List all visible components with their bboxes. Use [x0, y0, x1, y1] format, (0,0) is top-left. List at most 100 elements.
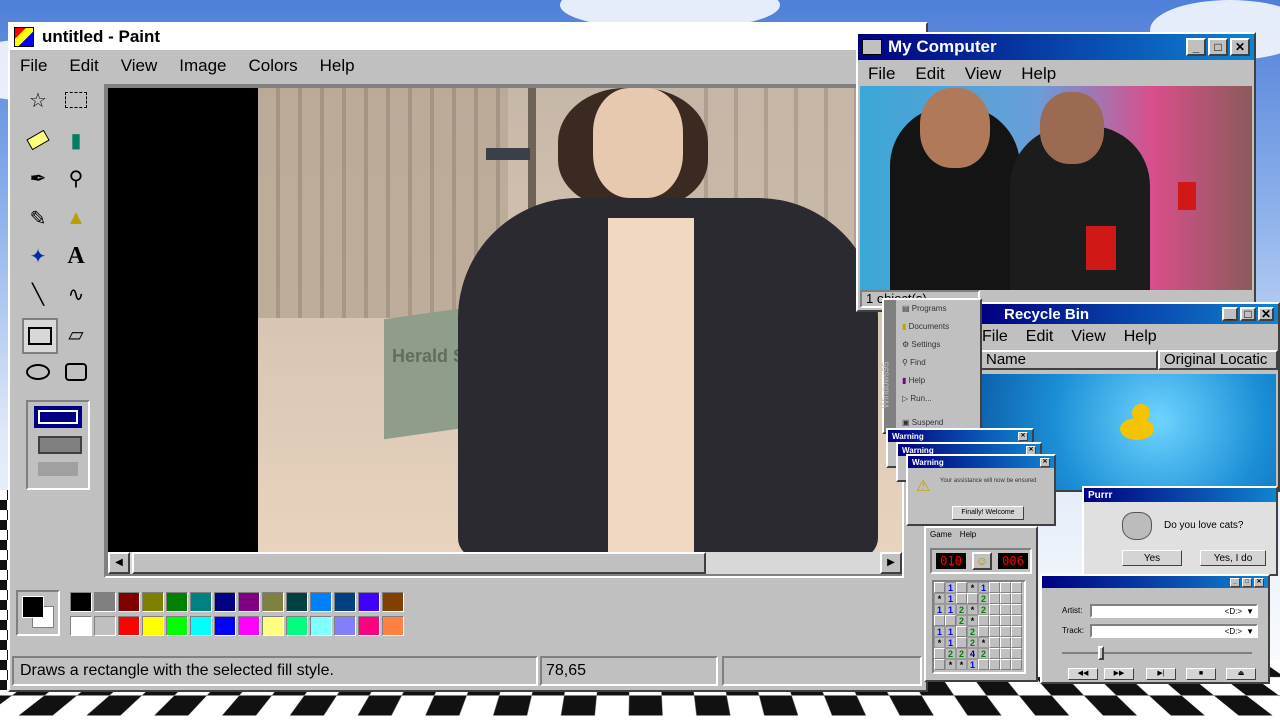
rect-select-icon[interactable]: [60, 84, 92, 116]
start-item-run[interactable]: ▷ Run...: [902, 394, 932, 403]
start-item-programs[interactable]: ▤ Programs: [902, 304, 946, 313]
mine-icon[interactable]: *: [967, 604, 978, 615]
mine-cell[interactable]: 1: [978, 582, 989, 593]
fast-forward-icon[interactable]: ▶▶: [1104, 668, 1134, 680]
column-name[interactable]: Name: [980, 350, 1158, 370]
mine-cell[interactable]: [1000, 626, 1011, 637]
mine-cell[interactable]: 1: [945, 637, 956, 648]
palette-color-swatch[interactable]: [262, 592, 284, 612]
warning-titlebar[interactable]: Warning ✕: [888, 430, 1032, 442]
minimize-icon[interactable]: _: [1222, 307, 1238, 321]
mine-cell[interactable]: 1: [967, 659, 978, 670]
eject-icon[interactable]: ⏏: [1226, 668, 1256, 680]
mine-cell[interactable]: [1011, 615, 1022, 626]
mine-cell[interactable]: 1: [945, 604, 956, 615]
purrr-titlebar[interactable]: Purrr: [1084, 488, 1276, 502]
mine-cell[interactable]: [956, 593, 967, 604]
palette-color-swatch[interactable]: [358, 592, 380, 612]
fill-bucket-icon[interactable]: ▮: [60, 124, 92, 156]
palette-color-swatch[interactable]: [118, 616, 140, 636]
palette-color-swatch[interactable]: [214, 616, 236, 636]
color-picker-icon[interactable]: ✒: [22, 162, 54, 194]
mine-cell[interactable]: 2: [978, 604, 989, 615]
palette-color-swatch[interactable]: [286, 616, 308, 636]
foreground-color[interactable]: [22, 596, 44, 618]
mine-cell[interactable]: [989, 604, 1000, 615]
palette-color-swatch[interactable]: [70, 616, 92, 636]
menu-game[interactable]: Game: [930, 530, 952, 539]
close-icon[interactable]: ✕: [1254, 577, 1264, 587]
mine-cell[interactable]: 1: [945, 582, 956, 593]
track-select[interactable]: <D:> ▼: [1090, 624, 1258, 638]
mine-cell[interactable]: [1000, 593, 1011, 604]
mine-cell[interactable]: 2: [956, 648, 967, 659]
mine-cell[interactable]: [956, 637, 967, 648]
mine-cell[interactable]: 2: [967, 626, 978, 637]
yes-i-do-button[interactable]: Yes, I do: [1200, 550, 1266, 566]
menu-colors[interactable]: Colors: [249, 56, 298, 76]
rectangle-icon[interactable]: [22, 318, 58, 354]
palette-color-swatch[interactable]: [358, 616, 380, 636]
mine-cell[interactable]: [1000, 648, 1011, 659]
mine-cell[interactable]: [1011, 637, 1022, 648]
menu-file[interactable]: File: [868, 64, 895, 84]
menu-edit[interactable]: Edit: [1026, 328, 1054, 346]
mine-cell[interactable]: [989, 648, 1000, 659]
mine-cell[interactable]: [989, 626, 1000, 637]
menu-view[interactable]: View: [1071, 328, 1105, 346]
menu-help[interactable]: Help: [320, 56, 355, 76]
menu-edit[interactable]: Edit: [915, 64, 944, 84]
cd-player-titlebar[interactable]: _ □ ✕: [1042, 576, 1268, 588]
start-item-documents[interactable]: ▮ Documents: [902, 322, 949, 331]
stop-icon[interactable]: ■: [1186, 668, 1216, 680]
start-item-suspend[interactable]: ▣ Suspend: [902, 418, 943, 427]
mine-cell[interactable]: [978, 659, 989, 670]
maximize-icon[interactable]: □: [1240, 307, 1256, 321]
polygon-icon[interactable]: ▱: [60, 318, 92, 350]
start-item-settings[interactable]: ⚙ Settings: [902, 340, 940, 349]
start-item-find[interactable]: ⚲ Find: [902, 358, 926, 367]
maximize-icon[interactable]: □: [1242, 577, 1252, 587]
palette-color-swatch[interactable]: [286, 592, 308, 612]
mine-cell[interactable]: [1011, 593, 1022, 604]
mine-icon[interactable]: *: [978, 637, 989, 648]
fill-style-outline[interactable]: [34, 406, 82, 428]
maximize-icon[interactable]: □: [1208, 38, 1228, 56]
palette-color-swatch[interactable]: [310, 616, 332, 636]
mine-icon[interactable]: *: [945, 659, 956, 670]
palette-color-swatch[interactable]: [238, 592, 260, 612]
palette-color-swatch[interactable]: [70, 592, 92, 612]
yes-button[interactable]: Yes: [1122, 550, 1182, 566]
mine-cell[interactable]: [1000, 582, 1011, 593]
palette-color-swatch[interactable]: [190, 616, 212, 636]
palette-color-swatch[interactable]: [166, 616, 188, 636]
mine-cell[interactable]: [1000, 637, 1011, 648]
smiley-face-icon[interactable]: ☺: [972, 552, 992, 570]
mine-cell[interactable]: [1000, 615, 1011, 626]
menu-image[interactable]: Image: [179, 56, 226, 76]
palette-color-swatch[interactable]: [262, 616, 284, 636]
mine-cell[interactable]: [967, 593, 978, 604]
mine-cell[interactable]: 1: [945, 626, 956, 637]
mine-cell[interactable]: 2: [978, 648, 989, 659]
mine-cell[interactable]: 1: [934, 626, 945, 637]
mine-cell[interactable]: 2: [956, 615, 967, 626]
fill-style-solid[interactable]: [38, 462, 78, 476]
palette-color-swatch[interactable]: [94, 616, 116, 636]
eraser-icon[interactable]: [22, 124, 54, 156]
ellipse-icon[interactable]: [22, 356, 54, 388]
text-icon[interactable]: A: [60, 240, 92, 272]
canvas-hscrollbar[interactable]: ◀ ▶: [108, 552, 902, 574]
menu-help[interactable]: Help: [1124, 328, 1157, 346]
menu-file[interactable]: File: [982, 328, 1008, 346]
mine-cell[interactable]: [934, 615, 945, 626]
close-icon[interactable]: ✕: [1258, 307, 1274, 321]
mine-icon[interactable]: *: [967, 582, 978, 593]
airbrush-icon[interactable]: ✦: [22, 240, 54, 272]
mine-cell[interactable]: [978, 615, 989, 626]
mine-cell[interactable]: [934, 582, 945, 593]
mine-cell[interactable]: [1000, 659, 1011, 670]
menu-edit[interactable]: Edit: [69, 56, 98, 76]
menu-file[interactable]: File: [20, 56, 47, 76]
menu-help[interactable]: Help: [1021, 64, 1056, 84]
